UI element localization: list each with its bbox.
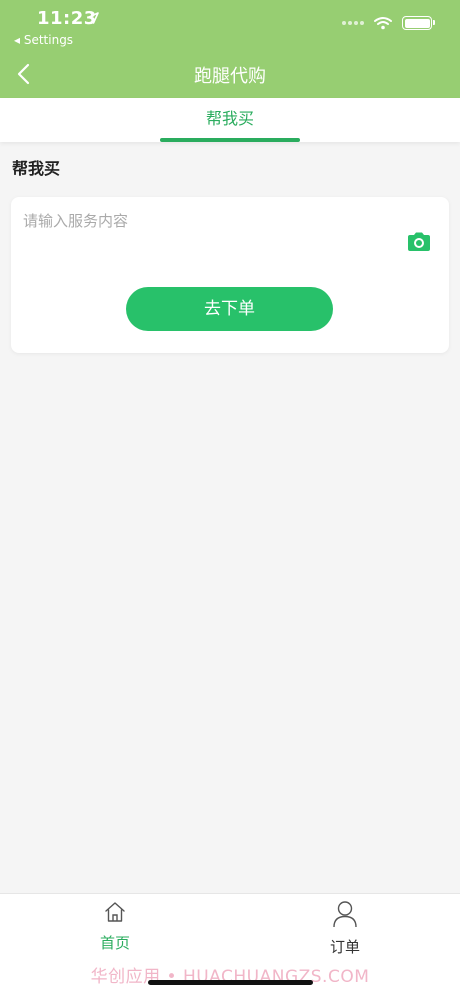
order-card: 去下单 bbox=[11, 197, 449, 353]
wifi-icon bbox=[374, 17, 392, 30]
nav-orders[interactable]: 订单 bbox=[305, 900, 385, 957]
status-indicators bbox=[342, 16, 435, 30]
home-icon bbox=[105, 902, 125, 922]
nav-home-label: 首页 bbox=[99, 934, 130, 952]
tab-label: 帮我买 bbox=[205, 109, 254, 128]
camera-icon[interactable] bbox=[406, 231, 432, 253]
status-back-link[interactable]: ◂ Settings bbox=[14, 33, 73, 47]
tab-buy-for-me[interactable]: 帮我买 bbox=[160, 98, 300, 142]
service-content-input[interactable] bbox=[23, 209, 393, 233]
location-arrow-icon bbox=[87, 12, 99, 24]
tab-bar: 帮我买 bbox=[0, 98, 460, 142]
nav-orders-label: 订单 bbox=[329, 938, 360, 956]
tab-active-indicator bbox=[160, 138, 300, 142]
nav-home[interactable]: 首页 bbox=[75, 900, 155, 953]
section-title: 帮我买 bbox=[12, 159, 61, 178]
battery-icon bbox=[402, 16, 435, 30]
user-icon bbox=[333, 901, 357, 928]
place-order-button[interactable]: 去下单 bbox=[126, 287, 333, 331]
top-header: 11:23 ◂ Settings 跑腿代购 bbox=[0, 0, 460, 98]
page-title: 跑腿代购 bbox=[194, 66, 266, 87]
signal-icon bbox=[342, 20, 364, 26]
home-indicator bbox=[148, 980, 313, 985]
